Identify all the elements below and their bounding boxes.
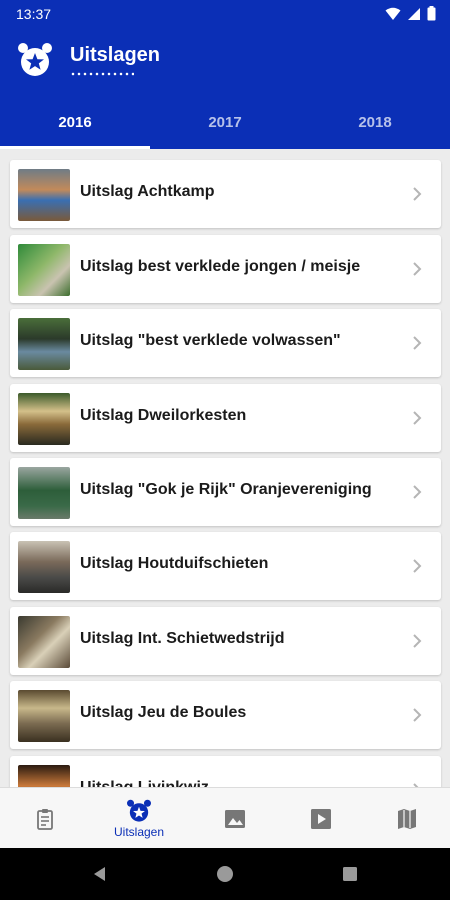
result-thumbnail bbox=[18, 616, 70, 668]
list-item[interactable]: Uitslag "Gok je Rijk" Oranjevereniging bbox=[10, 458, 441, 526]
list-item[interactable]: Uitslag Jeu de Boules bbox=[10, 681, 441, 749]
result-label: Uitslag Livinkwiz bbox=[80, 779, 209, 787]
nav-videos[interactable] bbox=[276, 788, 366, 849]
cell-signal-icon bbox=[408, 7, 420, 20]
tab-2018[interactable]: 2018 bbox=[300, 96, 450, 149]
result-label: Uitslag Int. Schietwedstrijd bbox=[80, 630, 285, 647]
chevron-right-icon bbox=[413, 262, 422, 276]
results-list[interactable]: Uitslag Achtkamp Uitslag best verklede j… bbox=[0, 149, 450, 787]
back-icon[interactable] bbox=[91, 865, 109, 883]
tab-2016[interactable]: 2016 bbox=[0, 96, 150, 149]
result-thumbnail bbox=[18, 393, 70, 445]
battery-icon bbox=[427, 6, 436, 21]
nav-uitslagen[interactable]: Uitslagen bbox=[94, 788, 184, 849]
result-label: Uitslag "Gok je Rijk" Oranjevereniging bbox=[80, 481, 372, 498]
result-thumbnail bbox=[18, 318, 70, 370]
result-thumbnail bbox=[18, 169, 70, 221]
list-item[interactable]: Uitslag Dweilorkesten bbox=[10, 384, 441, 452]
page-title: Uitslagen bbox=[70, 44, 161, 66]
image-icon bbox=[225, 809, 245, 828]
tab-2017[interactable]: 2017 bbox=[150, 96, 300, 149]
nav-map[interactable] bbox=[362, 788, 450, 849]
nav-program[interactable] bbox=[0, 788, 90, 849]
wifi-icon bbox=[385, 7, 401, 20]
map-icon bbox=[398, 808, 416, 829]
result-label: Uitslag Dweilorkesten bbox=[80, 407, 247, 424]
list-item[interactable]: Uitslag Achtkamp bbox=[10, 160, 441, 228]
chevron-right-icon bbox=[413, 485, 422, 499]
nav-photos[interactable] bbox=[190, 788, 280, 849]
orange-club-logo-icon bbox=[18, 43, 52, 76]
status-time: 13:37 bbox=[16, 6, 52, 22]
list-item[interactable]: Uitslag Livinkwiz bbox=[10, 756, 441, 787]
app-header: 13:37 Uitslagen 2016 2017 2018 bbox=[0, 0, 450, 149]
status-icons bbox=[385, 6, 436, 21]
title-dotted-underline bbox=[70, 72, 134, 76]
status-bar: 13:37 bbox=[0, 0, 450, 28]
chevron-right-icon bbox=[413, 783, 419, 787]
list-item[interactable]: Uitslag "best verklede volwassen" bbox=[10, 309, 441, 377]
result-thumbnail bbox=[18, 244, 70, 296]
nav-label: Uitslagen bbox=[113, 824, 165, 839]
list-item[interactable]: Uitslag Int. Schietwedstrijd bbox=[10, 607, 441, 675]
result-label: Uitslag "best verklede volwassen" bbox=[80, 332, 341, 349]
play-icon bbox=[311, 808, 331, 829]
result-label: Uitslag Jeu de Boules bbox=[80, 704, 247, 721]
list-item[interactable]: Uitslag best verklede jongen / meisje bbox=[10, 235, 441, 303]
result-label: Uitslag best verklede jongen / meisje bbox=[80, 258, 361, 275]
result-thumbnail bbox=[18, 765, 70, 787]
chevron-right-icon bbox=[413, 336, 422, 350]
orange-club-logo-icon bbox=[127, 799, 151, 822]
result-thumbnail bbox=[18, 541, 70, 593]
result-label: Uitslag Houtduifschieten bbox=[80, 555, 269, 572]
home-icon[interactable] bbox=[216, 865, 234, 883]
chevron-right-icon bbox=[413, 411, 422, 425]
list-item[interactable]: Uitslag Houtduifschieten bbox=[10, 532, 441, 600]
bottom-navigation: Uitslagen bbox=[0, 787, 450, 849]
chevron-right-icon bbox=[413, 559, 422, 573]
chevron-right-icon bbox=[413, 187, 422, 201]
clipboard-icon bbox=[37, 808, 53, 830]
chevron-right-icon bbox=[413, 708, 422, 722]
result-thumbnail bbox=[18, 467, 70, 519]
recents-icon[interactable] bbox=[342, 866, 358, 882]
year-tabs: 2016 2017 2018 bbox=[0, 96, 450, 149]
result-thumbnail bbox=[18, 690, 70, 742]
chevron-right-icon bbox=[413, 634, 422, 648]
result-label: Uitslag Achtkamp bbox=[80, 183, 215, 200]
system-navigation-bar bbox=[0, 848, 450, 900]
